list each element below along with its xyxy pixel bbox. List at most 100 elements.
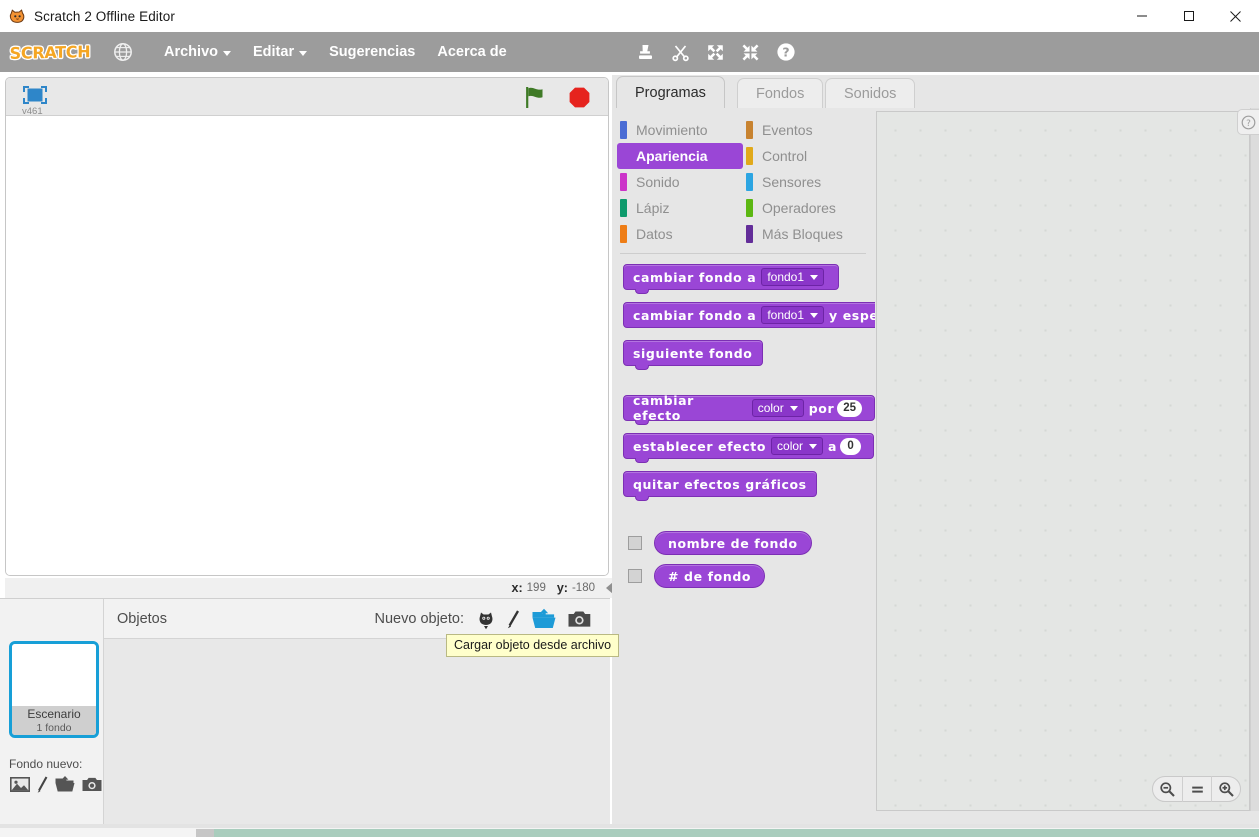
- grow-icon[interactable]: [706, 43, 725, 62]
- category-grid: Movimiento Eventos Apariencia Control So…: [612, 108, 875, 247]
- tab-label: Sonidos: [844, 85, 897, 102]
- category-sonido[interactable]: Sonido: [617, 169, 743, 195]
- backdrop-number-checkbox[interactable]: [628, 569, 642, 583]
- reporter-row-backdrop-number: # de fondo: [623, 564, 875, 588]
- window-titlebar: Scratch 2 Offline Editor: [0, 0, 1259, 32]
- effect-amount-input[interactable]: 25: [837, 399, 862, 417]
- palette-scrollbar[interactable]: [1250, 108, 1259, 811]
- category-swatch: [746, 147, 753, 165]
- camera-backdrop-icon[interactable]: [81, 775, 103, 794]
- block-set-effect-to[interactable]: establecer efecto color a 0: [623, 433, 875, 463]
- backdrop-dropdown[interactable]: fondo1: [761, 306, 825, 324]
- upload-backdrop-icon[interactable]: [54, 775, 76, 794]
- globe-icon[interactable]: [113, 42, 133, 62]
- new-object-group: Nuevo objeto:: [375, 608, 592, 630]
- effect-value-input[interactable]: 0: [840, 437, 862, 455]
- category-label: Eventos: [762, 122, 813, 138]
- window-title-text: Scratch 2 Offline Editor: [34, 8, 175, 24]
- version-label: v461: [22, 106, 43, 117]
- editor-tabbar: Programas Fondos Sonidos: [612, 75, 1259, 108]
- category-label: Apariencia: [636, 148, 708, 164]
- scissors-icon[interactable]: [671, 43, 690, 62]
- upload-sprite-icon[interactable]: [531, 608, 557, 630]
- block-clear-graphic-effects[interactable]: quitar efectos gráficos: [623, 471, 817, 501]
- zoom-out-icon[interactable]: [1153, 776, 1182, 802]
- choose-sprite-icon[interactable]: [476, 608, 496, 630]
- block-notch: [635, 289, 649, 294]
- category-swatch: [746, 173, 753, 191]
- menubar-items: Archivo Editar Sugerencias Acerca de: [153, 39, 518, 65]
- new-object-label: Nuevo objeto:: [374, 610, 464, 627]
- menu-item-acerca-de[interactable]: Acerca de: [426, 39, 517, 65]
- maximize-button[interactable]: [1165, 0, 1212, 32]
- tab-sonidos[interactable]: Sonidos: [825, 78, 916, 108]
- category-eventos[interactable]: Eventos: [743, 117, 869, 143]
- scripts-canvas[interactable]: [876, 111, 1250, 811]
- paint-sprite-icon[interactable]: [506, 608, 521, 630]
- backdrop-name-checkbox[interactable]: [628, 536, 642, 550]
- backdrop-dropdown[interactable]: fondo1: [761, 268, 825, 286]
- block-backdrop-name[interactable]: nombre de fondo: [654, 531, 812, 555]
- category-lapiz[interactable]: Lápiz: [617, 195, 743, 221]
- menu-item-sugerencias[interactable]: Sugerencias: [318, 39, 426, 65]
- question-mark-icon[interactable]: ?: [1237, 109, 1259, 135]
- palette-divider: [620, 253, 866, 254]
- category-label: Movimiento: [636, 122, 708, 138]
- effect-dropdown[interactable]: color: [751, 399, 804, 417]
- block-switch-backdrop-and-wait[interactable]: cambiar fondo a fondo1 y espe: [623, 302, 875, 328]
- tab-label: Programas: [635, 84, 706, 101]
- block-switch-backdrop[interactable]: cambiar fondo a fondo1: [623, 264, 840, 294]
- category-swatch: [620, 147, 627, 165]
- category-label: Operadores: [762, 200, 836, 216]
- category-apariencia[interactable]: Apariencia: [617, 143, 743, 169]
- stage-canvas[interactable]: [6, 116, 608, 575]
- block-backdrop-number[interactable]: # de fondo: [654, 564, 766, 588]
- category-label: Control: [762, 148, 808, 164]
- close-button[interactable]: [1212, 0, 1259, 32]
- block-change-effect-by[interactable]: cambiar efecto color por 25: [623, 393, 875, 425]
- category-movimiento[interactable]: Movimiento: [617, 117, 743, 143]
- category-operadores[interactable]: Operadores: [743, 195, 869, 221]
- category-swatch: [746, 199, 753, 217]
- category-control[interactable]: Control: [743, 143, 869, 169]
- choose-backdrop-icon[interactable]: [9, 775, 31, 794]
- block-text: nombre de fondo: [668, 535, 798, 551]
- stage-coordinate-readout: x: 199 y: -180: [5, 578, 614, 598]
- taskbar-segment-green: [214, 829, 1259, 837]
- stage-thumbnail[interactable]: Escenario 1 fondo: [9, 641, 99, 738]
- stamp-icon[interactable]: [636, 43, 655, 62]
- equals-icon[interactable]: [1182, 776, 1211, 802]
- block-text: por: [808, 400, 835, 416]
- scratch-cat-icon: [9, 8, 26, 25]
- category-mas-bloques[interactable]: Más Bloques: [743, 221, 869, 247]
- dropdown-value: fondo1: [767, 308, 805, 322]
- stage-thumbnail-image: [12, 644, 96, 706]
- category-sensores[interactable]: Sensores: [743, 169, 869, 195]
- stage-thumbnail-detail: 1 fondo: [36, 722, 72, 734]
- paint-backdrop-icon[interactable]: [36, 775, 49, 794]
- tab-label: Fondos: [756, 85, 805, 102]
- menu-item-editar[interactable]: Editar: [242, 39, 318, 65]
- tab-fondos[interactable]: Fondos: [737, 78, 824, 108]
- category-datos[interactable]: Datos: [617, 221, 743, 247]
- scratch-menubar: SCRATCH Archivo Editar Sugerencias Acerc…: [0, 32, 1259, 72]
- camera-sprite-icon[interactable]: [567, 608, 592, 630]
- coord-x-label: x:: [511, 581, 523, 595]
- window-controls: [1118, 0, 1259, 32]
- shrink-icon[interactable]: [741, 43, 760, 62]
- category-label: Más Bloques: [762, 226, 843, 242]
- tab-programas[interactable]: Programas: [616, 76, 725, 108]
- block-palette[interactable]: Movimiento Eventos Apariencia Control So…: [612, 108, 875, 811]
- menu-item-archivo[interactable]: Archivo: [153, 39, 242, 65]
- minimize-button[interactable]: [1118, 0, 1165, 32]
- help-icon[interactable]: ?: [776, 42, 796, 62]
- category-swatch: [620, 199, 627, 217]
- stop-sign-icon[interactable]: [567, 85, 592, 115]
- block-text: a: [828, 438, 838, 454]
- green-flag-icon[interactable]: [523, 85, 548, 115]
- scratch-logo[interactable]: SCRATCH: [9, 40, 91, 64]
- category-swatch: [620, 225, 627, 243]
- effect-dropdown[interactable]: color: [771, 437, 824, 455]
- zoom-in-icon[interactable]: [1211, 776, 1240, 802]
- block-next-backdrop[interactable]: siguiente fondo: [623, 340, 763, 370]
